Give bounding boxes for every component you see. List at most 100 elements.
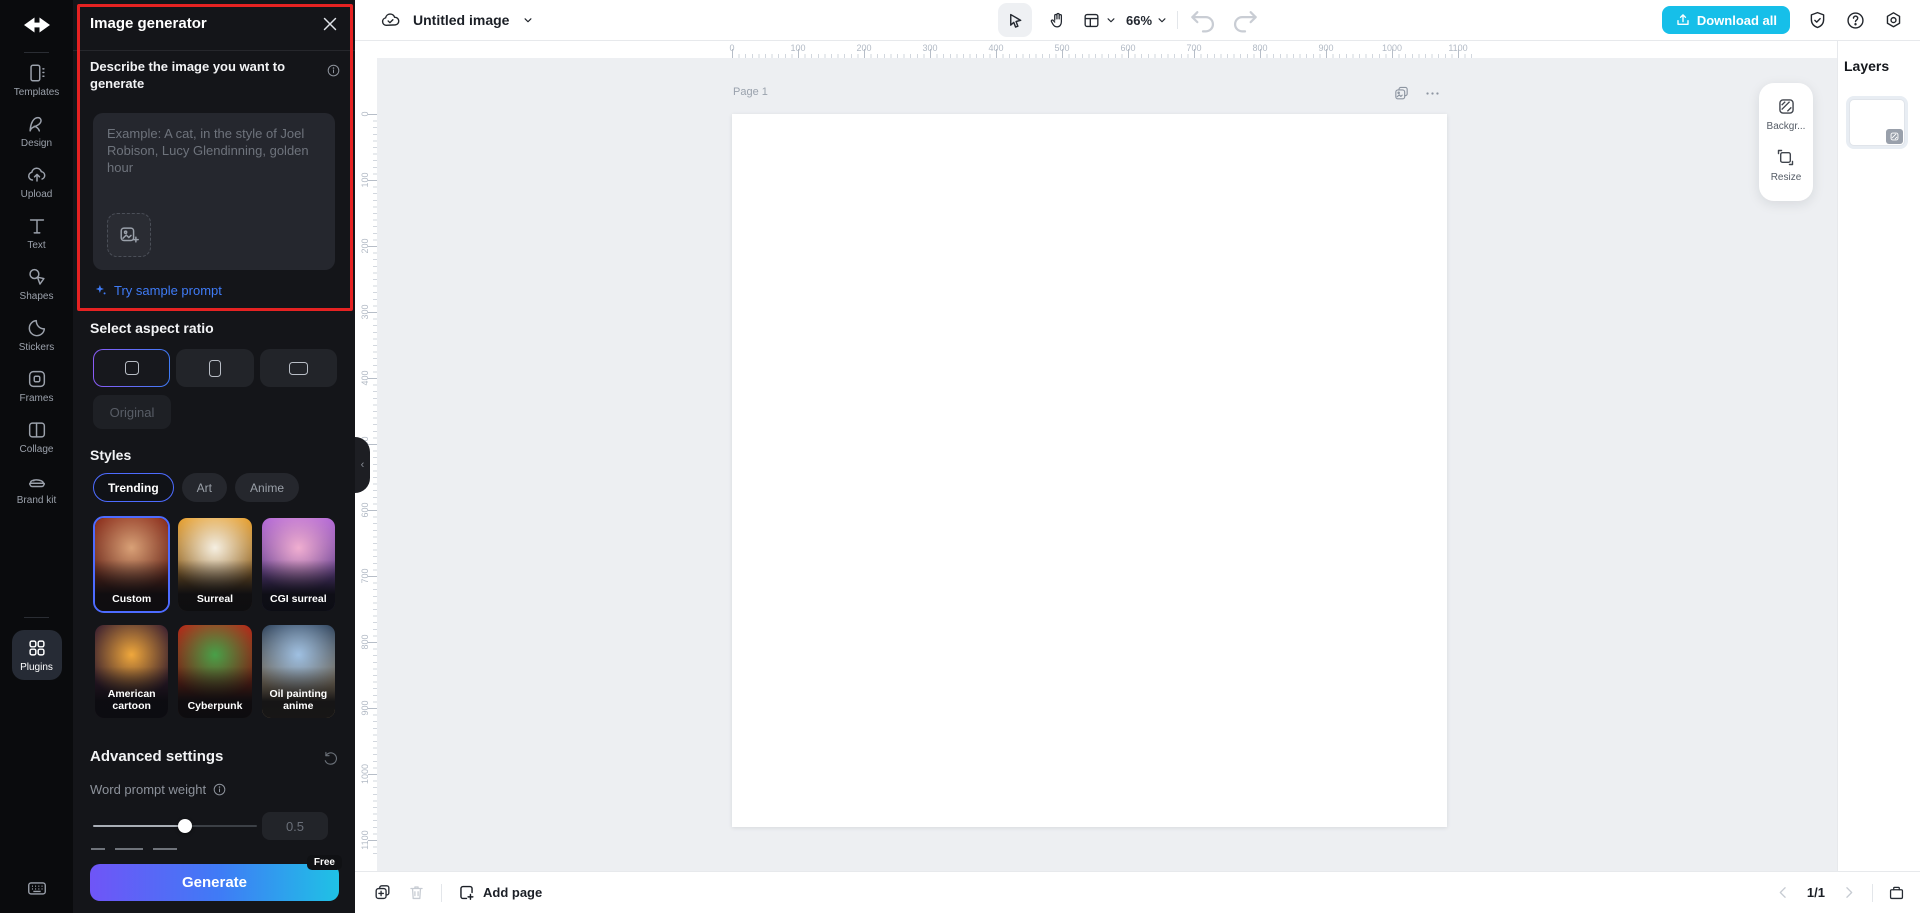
redo-button[interactable] xyxy=(1228,3,1262,37)
stickers-icon xyxy=(26,317,48,339)
h-ruler-label: 800 xyxy=(1252,43,1267,53)
h-ruler-label: 400 xyxy=(988,43,1003,53)
sidebar-item-frames[interactable]: Frames xyxy=(5,368,69,405)
sidebar-item-text[interactable]: Text xyxy=(5,215,69,252)
duplicate-page-icon[interactable] xyxy=(1393,85,1412,104)
style-tabs: Trending Art Anime xyxy=(93,473,299,502)
style-card-label: Cyberpunk xyxy=(180,700,249,712)
slider-track xyxy=(185,825,257,827)
aspect-option-landscape[interactable] xyxy=(260,349,337,387)
undo-button[interactable] xyxy=(1186,3,1220,37)
v-ruler-label: 1000 xyxy=(360,764,370,784)
info-icon[interactable] xyxy=(212,782,227,797)
top-toolbar: Untitled image 66% Download all xyxy=(355,0,1920,41)
layout-tool-button[interactable] xyxy=(1082,11,1118,30)
design-page[interactable] xyxy=(732,114,1447,827)
sidebar-item-stickers[interactable]: Stickers xyxy=(5,317,69,354)
canvas-area[interactable]: 010020030040050060070080090010001100 010… xyxy=(355,41,1837,871)
sidebar-item-label: Design xyxy=(21,138,52,150)
add-reference-image-button[interactable] xyxy=(107,213,151,257)
word-prompt-weight-label: Word prompt weight xyxy=(90,782,206,797)
bottom-toolbar: Add page 1/1 xyxy=(355,871,1920,913)
original-aspect-button[interactable]: Original xyxy=(93,395,171,429)
resize-tool-button[interactable]: Resize xyxy=(1771,147,1802,183)
background-tool-button[interactable]: Backgr... xyxy=(1767,96,1806,132)
info-icon[interactable] xyxy=(326,63,341,78)
capcut-logo-icon[interactable] xyxy=(0,8,73,42)
style-tab-art[interactable]: Art xyxy=(182,473,227,502)
style-card-american-cartoon[interactable]: American cartoon xyxy=(93,623,170,720)
sidebar-item-upload[interactable]: Upload xyxy=(5,164,69,201)
document-title-group[interactable]: Untitled image xyxy=(380,0,535,40)
layer-background-badge xyxy=(1886,129,1903,144)
landscape-shape-icon xyxy=(289,362,308,375)
sidebar-item-templates[interactable]: Templates xyxy=(5,62,69,99)
canvas-tools: 66% xyxy=(998,3,1262,37)
sidebar-item-label: Brand kit xyxy=(17,495,56,507)
sidebar-item-design[interactable]: Design xyxy=(5,113,69,150)
generate-button[interactable]: Generate Free xyxy=(90,864,339,901)
sidebar-item-brand-kit[interactable]: Brand kit xyxy=(5,470,69,507)
cloud-saved-icon xyxy=(380,10,401,31)
topbar-right-group: Download all xyxy=(1662,0,1904,40)
next-page-icon[interactable] xyxy=(1839,883,1858,902)
slider-track-filled xyxy=(93,825,185,827)
aspect-option-portrait[interactable] xyxy=(176,349,253,387)
style-card-custom[interactable]: Custom xyxy=(93,516,170,613)
sidebar-item-label: Plugins xyxy=(20,662,53,674)
v-ruler-label: 700 xyxy=(360,566,370,586)
v-ruler-label: 100 xyxy=(360,170,370,190)
delete-page-icon[interactable] xyxy=(407,883,426,902)
background-icon xyxy=(1776,96,1797,117)
layers-panel: Layers xyxy=(1837,41,1920,871)
add-page-button[interactable]: Add page xyxy=(457,883,542,902)
select-tool-button[interactable] xyxy=(998,3,1032,37)
bottombar-right: 1/1 xyxy=(1774,872,1906,913)
download-all-button[interactable]: Download all xyxy=(1662,6,1790,34)
layer-thumbnail[interactable] xyxy=(1846,96,1908,149)
export-box-icon[interactable] xyxy=(1887,883,1906,902)
sidebar-item-shapes[interactable]: Shapes xyxy=(5,266,69,303)
aspect-option-square[interactable] xyxy=(93,349,170,387)
style-card-cyberpunk[interactable]: Cyberpunk xyxy=(176,623,253,720)
style-card-cgi-surreal[interactable]: CGI surreal xyxy=(260,516,337,613)
page-indicator: 1/1 xyxy=(1807,885,1825,900)
zoom-level-dropdown[interactable]: 66% xyxy=(1126,13,1169,28)
settings-gear-icon[interactable] xyxy=(1883,10,1904,31)
aspect-ratio-options xyxy=(93,349,337,387)
style-tab-anime[interactable]: Anime xyxy=(235,473,299,502)
sidebar-nav: Templates Design Upload Text Shapes Stickers F… xyxy=(0,62,73,680)
style-card-oil-painting-anime[interactable]: Oil painting anime xyxy=(260,623,337,720)
duplicate-page-icon[interactable] xyxy=(373,883,392,902)
generate-button-label: Generate xyxy=(182,874,247,891)
hand-tool-button[interactable] xyxy=(1040,3,1074,37)
word-prompt-weight-value[interactable] xyxy=(262,812,328,840)
v-ruler-label: 900 xyxy=(360,698,370,718)
square-shape-icon xyxy=(125,361,139,375)
reset-icon[interactable] xyxy=(322,750,339,767)
chevron-down-icon[interactable] xyxy=(521,13,535,27)
try-sample-prompt-button[interactable]: Try sample prompt xyxy=(93,283,222,298)
word-prompt-weight-row: Word prompt weight xyxy=(90,782,227,797)
sidebar-item-label: Text xyxy=(27,240,45,252)
help-icon[interactable] xyxy=(1845,10,1866,31)
styles-grid: CustomSurrealCGI surreal American cartoon… xyxy=(93,516,337,720)
sidebar-item-plugins[interactable]: Plugins xyxy=(12,630,62,680)
collapse-panel-handle[interactable]: ‹ xyxy=(355,437,370,493)
previous-page-icon[interactable] xyxy=(1774,883,1793,902)
sidebar-item-collage[interactable]: Collage xyxy=(5,419,69,456)
slider-thumb[interactable] xyxy=(178,819,192,833)
close-icon[interactable] xyxy=(319,13,341,35)
style-card-surreal[interactable]: Surreal xyxy=(176,516,253,613)
shield-check-icon[interactable] xyxy=(1807,10,1828,31)
chevron-down-icon xyxy=(1155,13,1169,27)
toolbar-divider xyxy=(1177,11,1178,29)
page-label[interactable]: Page 1 xyxy=(733,86,768,98)
document-title[interactable]: Untitled image xyxy=(413,12,509,28)
more-options-icon[interactable] xyxy=(1424,85,1443,104)
word-prompt-weight-slider[interactable] xyxy=(93,819,257,833)
sidebar-item-label: Upload xyxy=(21,189,53,201)
collage-icon xyxy=(26,419,48,441)
style-tab-trending[interactable]: Trending xyxy=(93,473,174,502)
keyboard-shortcuts-icon[interactable] xyxy=(0,877,73,899)
